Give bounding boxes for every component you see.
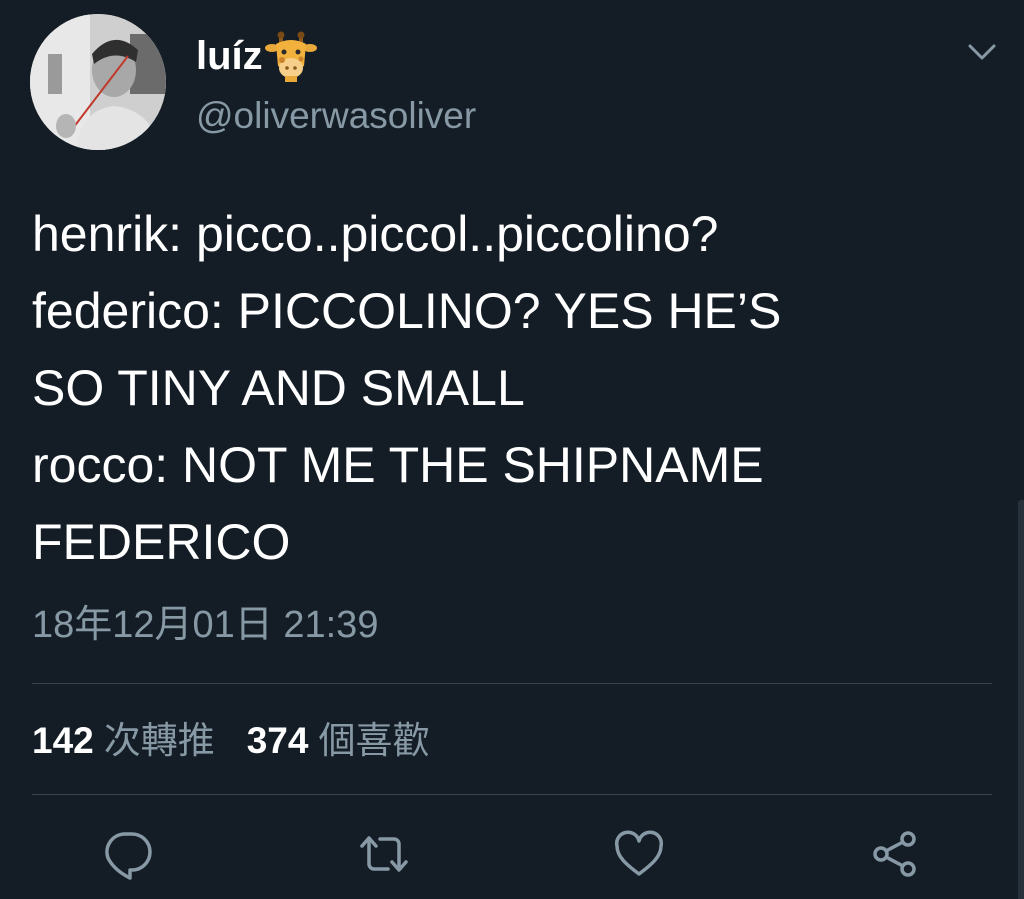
avatar[interactable] (30, 14, 166, 150)
tweet-text: henrik: picco..piccol..piccolino? federi… (32, 206, 782, 570)
share-button[interactable] (867, 826, 923, 882)
divider (32, 794, 992, 795)
chevron-down-icon[interactable] (962, 36, 1002, 68)
likes-count: 374 (246, 720, 309, 761)
retweet-button[interactable] (356, 826, 412, 882)
avatar-photo (30, 14, 166, 150)
like-button[interactable] (611, 826, 667, 882)
retweet-icon (360, 836, 408, 872)
reply-icon (105, 832, 152, 880)
retweets-count: 142 (32, 720, 94, 761)
likes-stat[interactable]: 374 個喜歡 (247, 716, 430, 766)
share-icon (873, 831, 916, 877)
scrollbar[interactable] (1018, 500, 1024, 899)
retweets-label: 次轉推 (103, 720, 215, 761)
tweet-stats: 142 次轉推 374 個喜歡 (32, 716, 461, 766)
likes-label: 個喜歡 (318, 720, 430, 761)
author-name-text: luíz (196, 34, 263, 78)
heart-icon (614, 830, 664, 876)
tweet-timestamp: 18年12月01日 21:39 (32, 604, 379, 646)
author-display-name[interactable]: luíz (196, 30, 317, 82)
giraffe-emoji-icon (264, 30, 317, 82)
author-handle[interactable]: @oliverwasoliver (196, 92, 476, 140)
reply-button[interactable] (100, 826, 156, 882)
divider (32, 683, 992, 684)
retweets-stat[interactable]: 142 次轉推 (32, 716, 215, 766)
